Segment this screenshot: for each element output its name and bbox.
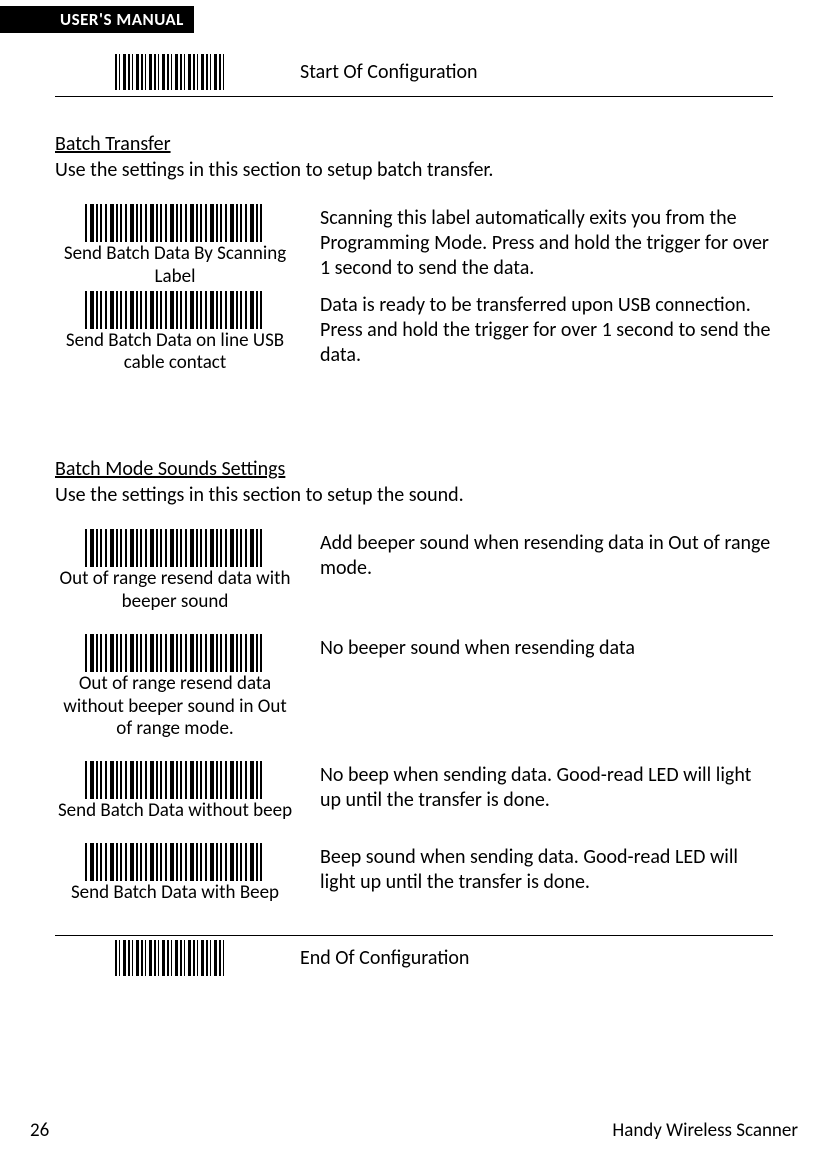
item-label: Out of range resend data without beeper … xyxy=(55,673,295,741)
config-item: Send Batch Data on line USB cable contac… xyxy=(55,291,773,376)
header-tab: USER'S MANUAL xyxy=(0,6,194,33)
barcode-icon xyxy=(85,634,265,672)
barcode-icon xyxy=(115,54,225,90)
config-item: Out of range resend data without beeper … xyxy=(55,634,773,741)
item-desc: No beep when sending data. Good-read LED… xyxy=(320,761,773,813)
end-config-row: End Of Configuration xyxy=(55,935,773,982)
item-label: Send Batch Data on line USB cable contac… xyxy=(55,330,295,376)
config-item: Send Batch Data By Scanning Label Scanni… xyxy=(55,204,773,289)
start-config-row: Start Of Configuration xyxy=(55,50,773,97)
item-desc: No beeper sound when resending data xyxy=(320,634,773,661)
barcode-icon xyxy=(115,940,225,976)
item-label: Send Batch Data By Scanning Label xyxy=(55,243,295,289)
item-desc: Data is ready to be transferred upon USB… xyxy=(320,291,773,368)
section-title: Batch Mode Sounds Settings xyxy=(55,457,773,481)
item-desc: Add beeper sound when resending data in … xyxy=(320,529,773,581)
barcode-icon xyxy=(85,529,265,567)
item-desc: Beep sound when sending data. Good-read … xyxy=(320,843,773,895)
section-intro: Use the settings in this section to setu… xyxy=(55,483,773,507)
barcode-icon xyxy=(85,291,265,329)
section-intro: Use the settings in this section to setu… xyxy=(55,158,773,182)
config-item: Send Batch Data without beep No beep whe… xyxy=(55,761,773,823)
page-footer: 26 Handy Wireless Scanner xyxy=(0,1119,828,1142)
page-number: 26 xyxy=(30,1119,49,1142)
start-config-label: Start Of Configuration xyxy=(300,60,478,84)
end-config-label: End Of Configuration xyxy=(300,946,469,970)
section-title: Batch Transfer xyxy=(55,132,773,156)
batch-transfer-section: Batch Transfer Use the settings in this … xyxy=(55,132,773,375)
barcode-icon xyxy=(85,761,265,799)
config-item: Out of range resend data with beeper sou… xyxy=(55,529,773,614)
item-label: Send Batch Data without beep xyxy=(55,800,295,823)
product-name: Handy Wireless Scanner xyxy=(612,1119,798,1142)
barcode-icon xyxy=(85,843,265,881)
barcode-icon xyxy=(85,204,265,242)
sounds-section: Batch Mode Sounds Settings Use the setti… xyxy=(55,457,773,905)
item-desc: Scanning this label automatically exits … xyxy=(320,204,773,281)
item-label: Out of range resend data with beeper sou… xyxy=(55,568,295,614)
item-label: Send Batch Data with Beep xyxy=(55,882,295,905)
config-item: Send Batch Data with Beep Beep sound whe… xyxy=(55,843,773,905)
header-title: USER'S MANUAL xyxy=(60,9,184,30)
